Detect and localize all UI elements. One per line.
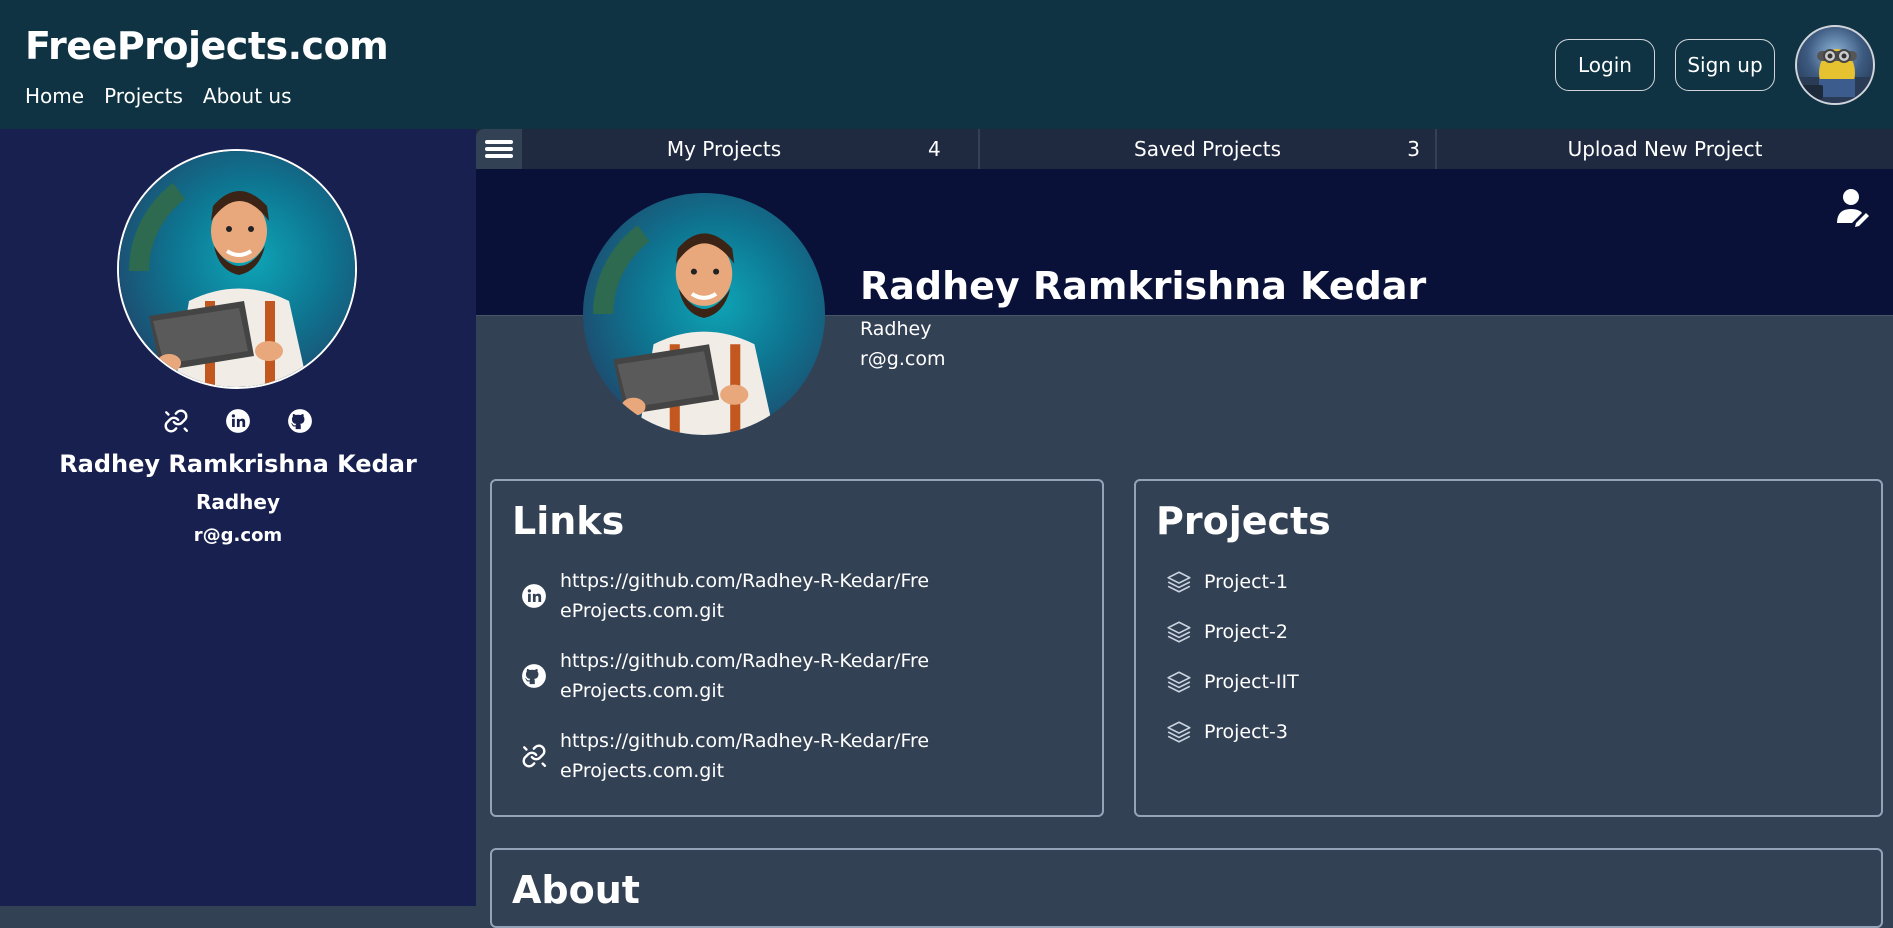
tab-saved-projects[interactable]: Saved Projects 3 (980, 129, 1435, 169)
link-url[interactable]: https://github.com/Radhey-R-Kedar/FreePr… (560, 726, 940, 786)
nav-home[interactable]: Home (25, 84, 84, 108)
projects-heading: Projects (1156, 499, 1331, 543)
link-url[interactable]: https://github.com/Radhey-R-Kedar/FreePr… (560, 566, 940, 626)
sidebar-username: Radhey (195, 490, 281, 514)
layers-icon (1167, 671, 1191, 693)
tab-label: Upload New Project (1567, 137, 1763, 161)
github-icon (520, 662, 548, 690)
sidebar-full-name: Radhey Ramkrishna Kedar (59, 450, 417, 478)
profile-sidebar: Radhey Ramkrishna Kedar Radhey r@g.com (0, 129, 476, 906)
project-name[interactable]: Project-IIT (1204, 671, 1299, 693)
profile-tab-bar: My Projects 4 Saved Projects 3 Upload Ne… (476, 129, 1893, 169)
profile-main-avatar (583, 193, 825, 435)
link-item[interactable]: https://github.com/Radhey-R-Kedar/FreePr… (520, 646, 940, 706)
links-heading: Links (512, 499, 625, 543)
about-card: About (490, 848, 1883, 928)
project-name[interactable]: Project-3 (1204, 721, 1288, 743)
layers-icon (1167, 571, 1191, 593)
project-name[interactable]: Project-1 (1204, 571, 1288, 593)
signup-button[interactable]: Sign up (1675, 39, 1775, 91)
sidebar-email: r@g.com (193, 525, 283, 546)
about-heading: About (512, 868, 640, 912)
project-name[interactable]: Project-2 (1204, 621, 1288, 643)
link-icon[interactable] (160, 405, 192, 437)
social-icons (0, 405, 476, 437)
layers-icon (1167, 621, 1191, 643)
project-item[interactable]: Project-2 (1166, 619, 1288, 645)
top-header: FreeProjects.com Home Projects About us … (0, 0, 1893, 129)
project-item[interactable]: Project-3 (1166, 719, 1288, 745)
link-item[interactable]: https://github.com/Radhey-R-Kedar/FreePr… (520, 726, 940, 786)
project-item[interactable]: Project-1 (1166, 569, 1288, 595)
profile-avatar (117, 149, 357, 389)
tab-upload-new-project[interactable]: Upload New Project (1437, 129, 1893, 169)
github-icon[interactable] (284, 405, 316, 437)
projects-card: Projects Project-1 Project-2 Project-IIT… (1134, 479, 1883, 817)
menu-toggle-button[interactable] (476, 129, 522, 169)
link-icon (520, 742, 548, 770)
link-item[interactable]: https://github.com/Radhey-R-Kedar/FreePr… (520, 566, 940, 626)
tab-label: Saved Projects (1134, 137, 1281, 161)
layers-icon (1167, 721, 1191, 743)
profile-username: Radhey (860, 318, 932, 340)
profile-full-name: Radhey Ramkrishna Kedar (860, 264, 1427, 308)
login-button[interactable]: Login (1555, 39, 1655, 91)
link-url[interactable]: https://github.com/Radhey-R-Kedar/FreePr… (560, 646, 940, 706)
nav-projects[interactable]: Projects (104, 84, 183, 108)
tab-count: 3 (1407, 137, 1420, 161)
nav-about-us[interactable]: About us (203, 84, 292, 108)
brand-logo[interactable]: FreeProjects.com (25, 24, 389, 68)
tab-count: 4 (928, 137, 941, 161)
main-nav: Home Projects About us (25, 84, 292, 108)
user-avatar[interactable] (1795, 25, 1875, 105)
linkedin-icon[interactable] (222, 405, 254, 437)
profile-email: r@g.com (860, 348, 946, 370)
links-card: Links https://github.com/Radhey-R-Kedar/… (490, 479, 1104, 817)
edit-profile-icon[interactable] (1835, 187, 1871, 227)
tab-label: My Projects (666, 137, 782, 161)
linkedin-icon (520, 582, 548, 610)
hamburger-icon (485, 140, 513, 158)
project-item[interactable]: Project-IIT (1166, 669, 1299, 695)
